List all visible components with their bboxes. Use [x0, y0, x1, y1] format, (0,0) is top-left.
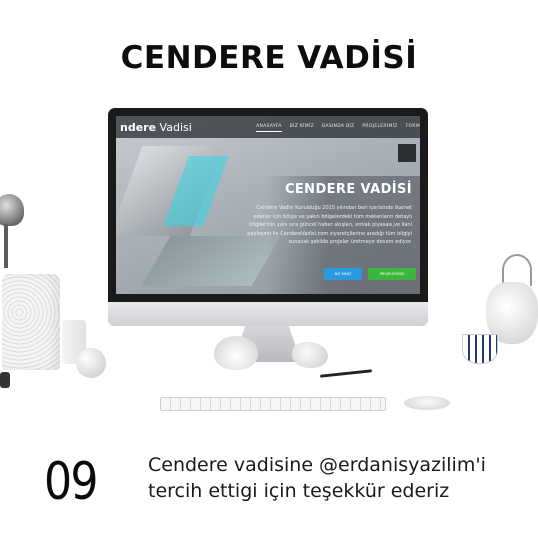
side-widget[interactable]	[398, 144, 416, 162]
decorative-vase	[2, 274, 60, 370]
nav-item-form[interactable]: FORM	[406, 124, 420, 132]
projelerimiz-button[interactable]: PROJELERİMİZ	[368, 268, 416, 280]
website-screen: ndere Vadisi ANASAYFA BİZ KİMİZ BASINDA …	[116, 116, 420, 294]
bird-figurine	[214, 336, 258, 370]
crumpled-paper	[292, 342, 328, 368]
pen	[319, 369, 373, 378]
biz-kimiz-button[interactable]: BİZ KİMİZ	[324, 268, 362, 280]
page-title: CENDERE VADİSİ	[120, 40, 418, 76]
nav-item-basinda-biz[interactable]: BASINDA BİZ	[322, 124, 354, 132]
caption-line-1: Cendere vadisine @erdanisyazilim'i	[148, 454, 486, 476]
apple-icon	[262, 307, 274, 321]
mouse	[404, 396, 450, 410]
nav-item-biz-kimiz[interactable]: BİZ KİMİZ	[290, 124, 314, 132]
nav-item-anasayfa[interactable]: ANASAYFA	[256, 124, 282, 132]
hero-title: CENDERE VADİSİ	[284, 182, 412, 197]
desk-lamp-stem	[4, 224, 8, 268]
monitor-chin	[108, 302, 428, 326]
caption-text: Cendere vadisine @erdanisyazilim'i terci…	[148, 452, 528, 504]
site-navbar: ndere Vadisi ANASAYFA BİZ KİMİZ BASINDA …	[116, 116, 420, 138]
hero-text: Cendere Vadisi Kurulduğu 2015 yılından b…	[247, 205, 412, 245]
nav-menu: ANASAYFA BİZ KİMİZ BASINDA BİZ PROJELERİ…	[256, 124, 420, 132]
imac-monitor: ndere Vadisi ANASAYFA BİZ KİMİZ BASINDA …	[108, 108, 428, 326]
teacup	[462, 334, 498, 364]
decorative-ball	[76, 348, 106, 378]
site-logo[interactable]: ndere Vadisi	[120, 121, 192, 134]
slide-number: 09	[44, 452, 99, 512]
caption-line-2: tercih ettigi için teşekkür ederiz	[148, 480, 450, 502]
decorative-figure	[0, 372, 10, 388]
nav-item-projelerimiz[interactable]: PROJELERİMİZ	[362, 124, 397, 132]
desk-lamp	[0, 194, 24, 226]
keyboard	[160, 397, 386, 411]
